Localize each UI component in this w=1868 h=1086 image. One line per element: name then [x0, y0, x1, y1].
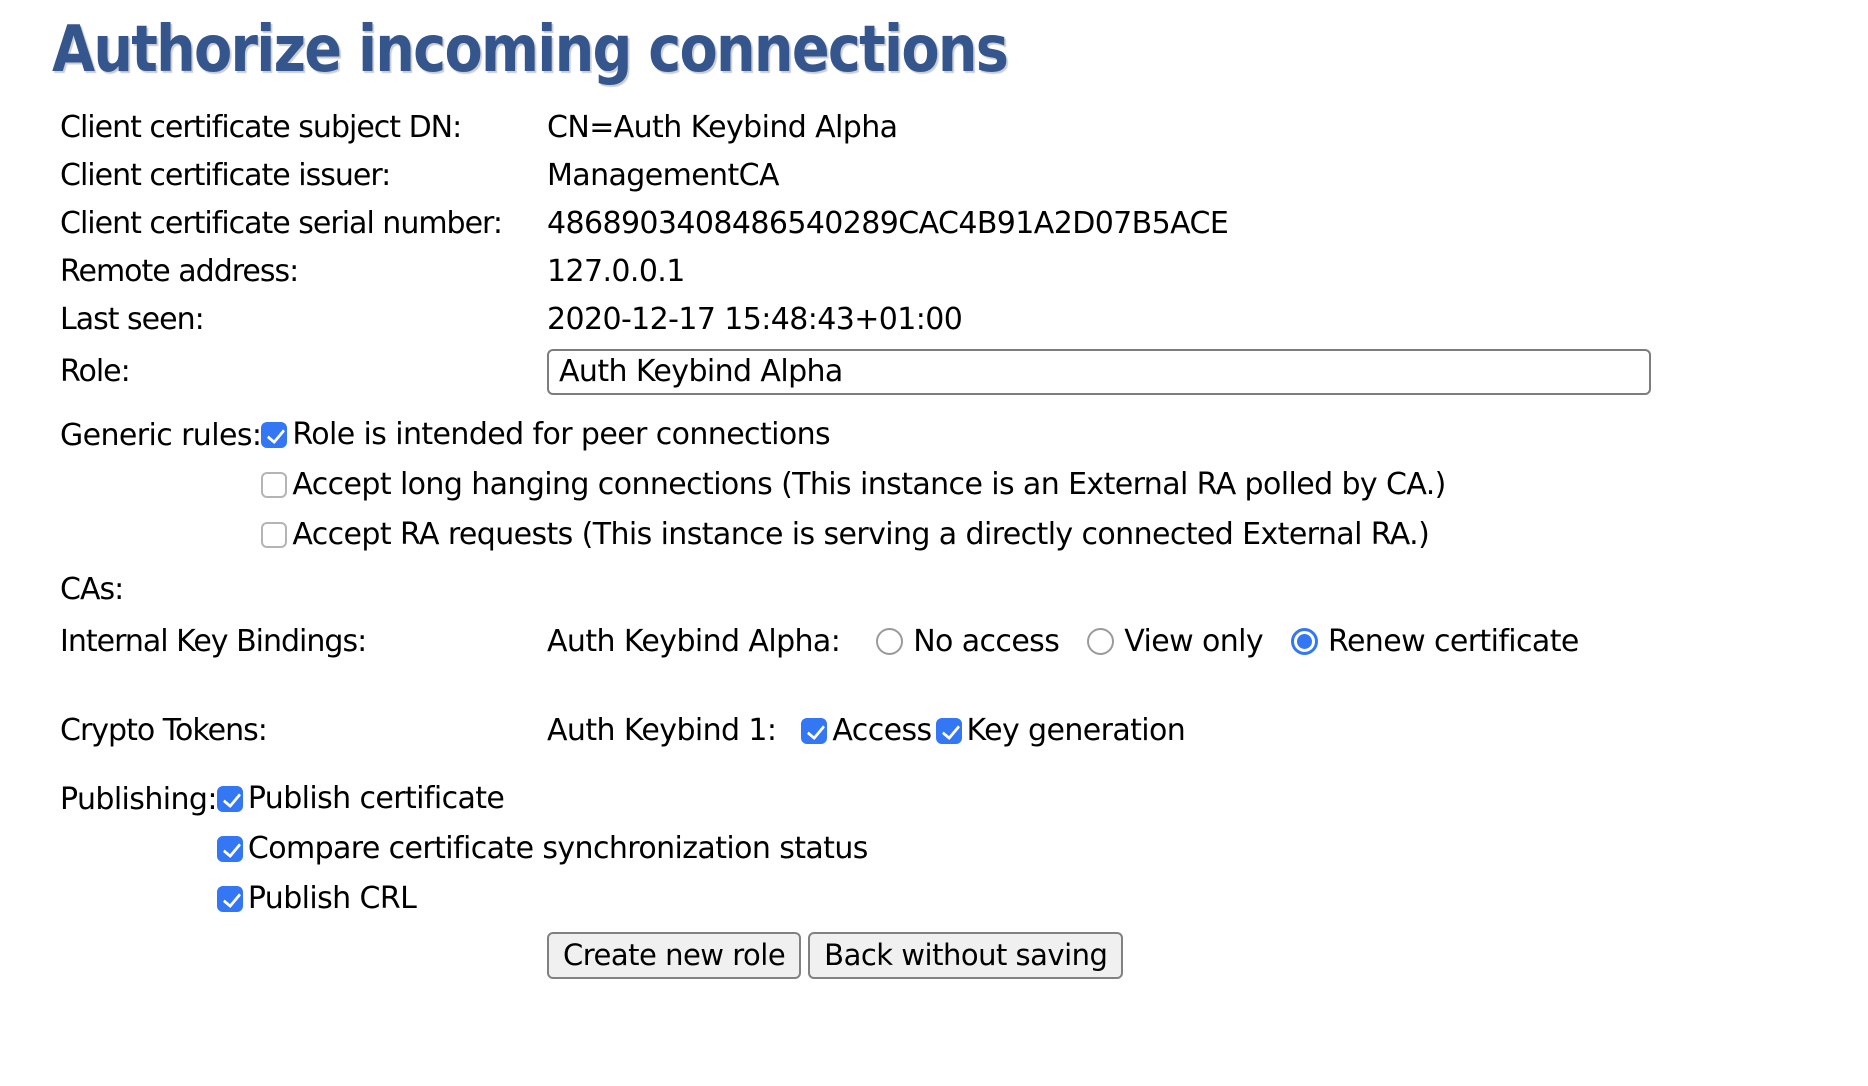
accept-ra-requests-checkbox[interactable]	[261, 522, 287, 548]
publish-crl-checkbox[interactable]	[217, 886, 243, 912]
field-value: 2020-12-17 15:48:43+01:00	[547, 302, 962, 337]
row-client-issuer: Client certificate issuer: ManagementCA	[60, 152, 1868, 200]
row-internal-key-bindings: Internal Key Bindings: Auth Keybind Alph…	[60, 614, 1868, 670]
cas-label: CAs:	[60, 572, 547, 607]
authorization-form: Client certificate subject DN: CN=Auth K…	[60, 104, 1868, 979]
create-new-role-button[interactable]: Create new role	[547, 932, 801, 979]
radio-label: No access	[913, 624, 1059, 659]
field-value: 127.0.0.1	[547, 254, 685, 289]
option-publish-crl: Publish CRL	[217, 874, 870, 924]
row-cas: CAs:	[60, 566, 1868, 614]
checkbox-label: Publish certificate	[248, 781, 504, 816]
internal-key-bindings-label: Internal Key Bindings:	[60, 624, 547, 659]
row-crypto-tokens: Crypto Tokens: Auth Keybind 1: Access Ke…	[60, 706, 1868, 756]
checkbox-label: Accept long hanging connections (This in…	[292, 467, 1445, 502]
field-value: ManagementCA	[547, 158, 779, 193]
back-without-saving-button[interactable]: Back without saving	[808, 932, 1123, 979]
generic-rules-label: Generic rules:	[60, 418, 261, 453]
option-peer-connections: Role is intended for peer connections	[261, 410, 1447, 460]
row-client-subject-dn: Client certificate subject DN: CN=Auth K…	[60, 104, 1868, 152]
row-client-serial-number: Client certificate serial number: 486890…	[60, 200, 1868, 248]
publish-certificate-checkbox[interactable]	[217, 786, 243, 812]
radio-label: View only	[1124, 624, 1263, 659]
view-only-radio[interactable]	[1087, 628, 1114, 655]
peer-connections-checkbox[interactable]	[261, 422, 287, 448]
section-generic-rules: Generic rules: Role is intended for peer…	[60, 410, 1868, 560]
page-title: Authorize incoming connections	[52, 14, 1632, 88]
row-role: Role:	[60, 344, 1868, 400]
role-label: Role:	[60, 354, 547, 389]
checkbox-label: Role is intended for peer connections	[292, 417, 830, 452]
crypto-token-name: Auth Keybind 1:	[547, 713, 776, 748]
compare-sync-status-checkbox[interactable]	[217, 836, 243, 862]
form-actions: Create new role Back without saving	[547, 932, 1868, 979]
row-last-seen: Last seen: 2020-12-17 15:48:43+01:00	[60, 296, 1868, 344]
checkbox-label: Publish CRL	[248, 881, 416, 916]
long-hanging-connections-checkbox[interactable]	[261, 472, 287, 498]
checkbox-label: Compare certificate synchronization stat…	[248, 831, 868, 866]
key-binding-name: Auth Keybind Alpha:	[547, 624, 840, 659]
key-generation-checkbox[interactable]	[936, 718, 962, 744]
option-compare-sync-status: Compare certificate synchronization stat…	[217, 824, 870, 874]
no-access-radio[interactable]	[876, 628, 903, 655]
row-remote-address: Remote address: 127.0.0.1	[60, 248, 1868, 296]
checkbox-label: Key generation	[967, 713, 1186, 748]
field-label: Remote address:	[60, 254, 547, 289]
checkbox-label: Access	[832, 713, 931, 748]
field-label: Last seen:	[60, 302, 547, 337]
field-value: CN=Auth Keybind Alpha	[547, 110, 897, 145]
checkbox-label: Accept RA requests (This instance is ser…	[292, 517, 1429, 552]
radio-label: Renew certificate	[1328, 624, 1579, 659]
publishing-label: Publishing:	[60, 782, 217, 817]
field-label: Client certificate issuer:	[60, 158, 547, 193]
field-label: Client certificate serial number:	[60, 206, 547, 241]
option-accept-ra-requests: Accept RA requests (This instance is ser…	[261, 510, 1447, 560]
renew-certificate-radio[interactable]	[1291, 628, 1318, 655]
crypto-tokens-label: Crypto Tokens:	[60, 713, 547, 748]
crypto-access-checkbox[interactable]	[801, 718, 827, 744]
field-value: 4868903408486540289CAC4B91A2D07B5ACE	[547, 206, 1228, 241]
section-publishing: Publishing: Publish certificate Compare …	[60, 774, 1868, 924]
option-publish-certificate: Publish certificate	[217, 774, 870, 824]
authorize-incoming-connections-page: Authorize incoming connections Client ce…	[0, 0, 1868, 979]
role-name-input[interactable]	[547, 349, 1651, 395]
field-label: Client certificate subject DN:	[60, 110, 547, 145]
option-long-hanging-connections: Accept long hanging connections (This in…	[261, 460, 1447, 510]
